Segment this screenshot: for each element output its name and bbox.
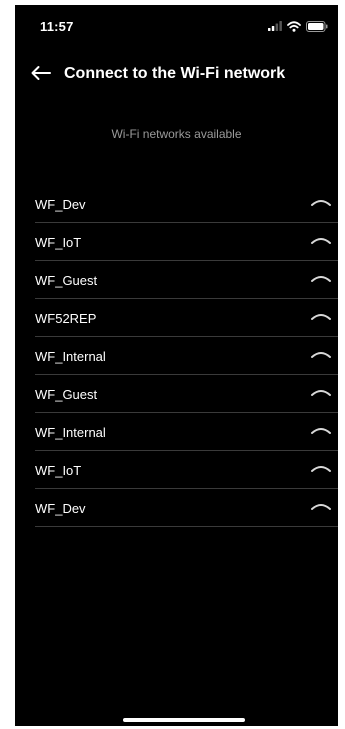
- network-item[interactable]: WF_Internal: [35, 413, 338, 451]
- wifi-signal-icon: [311, 314, 331, 320]
- network-name: WF_Guest: [35, 273, 98, 288]
- network-name: WF_IoT: [35, 463, 82, 478]
- network-name: WF_Internal: [35, 349, 106, 364]
- back-button[interactable]: [27, 61, 55, 89]
- wifi-signal-icon: [311, 276, 331, 282]
- wifi-signal-icon: [311, 428, 331, 434]
- network-item[interactable]: WF_Dev: [35, 185, 338, 223]
- network-item[interactable]: WF_Guest: [35, 375, 338, 413]
- network-name: WF52REP: [35, 311, 97, 326]
- network-item[interactable]: WF_Guest: [35, 261, 338, 299]
- arrow-left-icon: [30, 65, 52, 86]
- battery-icon: [306, 20, 328, 32]
- wifi-signal-icon: [311, 238, 331, 244]
- phone-screen: 11:57 Connect to the Wi-Fi network Wi-Fi…: [15, 5, 338, 726]
- cellular-signal-icon: [268, 21, 282, 31]
- network-item[interactable]: WF_Internal: [35, 337, 338, 375]
- network-name: WF_Guest: [35, 387, 98, 402]
- wifi-signal-icon: [311, 466, 331, 472]
- network-item[interactable]: WF_IoT: [35, 451, 338, 489]
- wifi-status-icon: [287, 20, 301, 32]
- network-item[interactable]: WF52REP: [35, 299, 338, 337]
- wifi-signal-icon: [311, 200, 331, 206]
- wifi-signal-icon: [311, 390, 331, 396]
- wifi-signal-icon: [311, 504, 331, 510]
- home-indicator[interactable]: [123, 718, 245, 722]
- network-name: WF_IoT: [35, 235, 82, 250]
- network-item[interactable]: WF_Dev: [35, 489, 338, 527]
- status-bar: 11:57: [15, 5, 338, 45]
- network-name: WF_Internal: [35, 425, 106, 440]
- network-list: WF_Dev WF_IoT WF_Guest WF52REP WF_Intern…: [35, 185, 338, 527]
- header: Connect to the Wi-Fi network: [15, 61, 338, 93]
- status-icons: [268, 19, 328, 33]
- wifi-signal-icon: [311, 352, 331, 358]
- status-time: 11:57: [40, 19, 74, 34]
- page-title: Connect to the Wi-Fi network: [64, 65, 286, 82]
- network-item[interactable]: WF_IoT: [35, 223, 338, 261]
- network-name: WF_Dev: [35, 197, 86, 212]
- network-name: WF_Dev: [35, 501, 86, 516]
- section-label: Wi-Fi networks available: [111, 127, 242, 141]
